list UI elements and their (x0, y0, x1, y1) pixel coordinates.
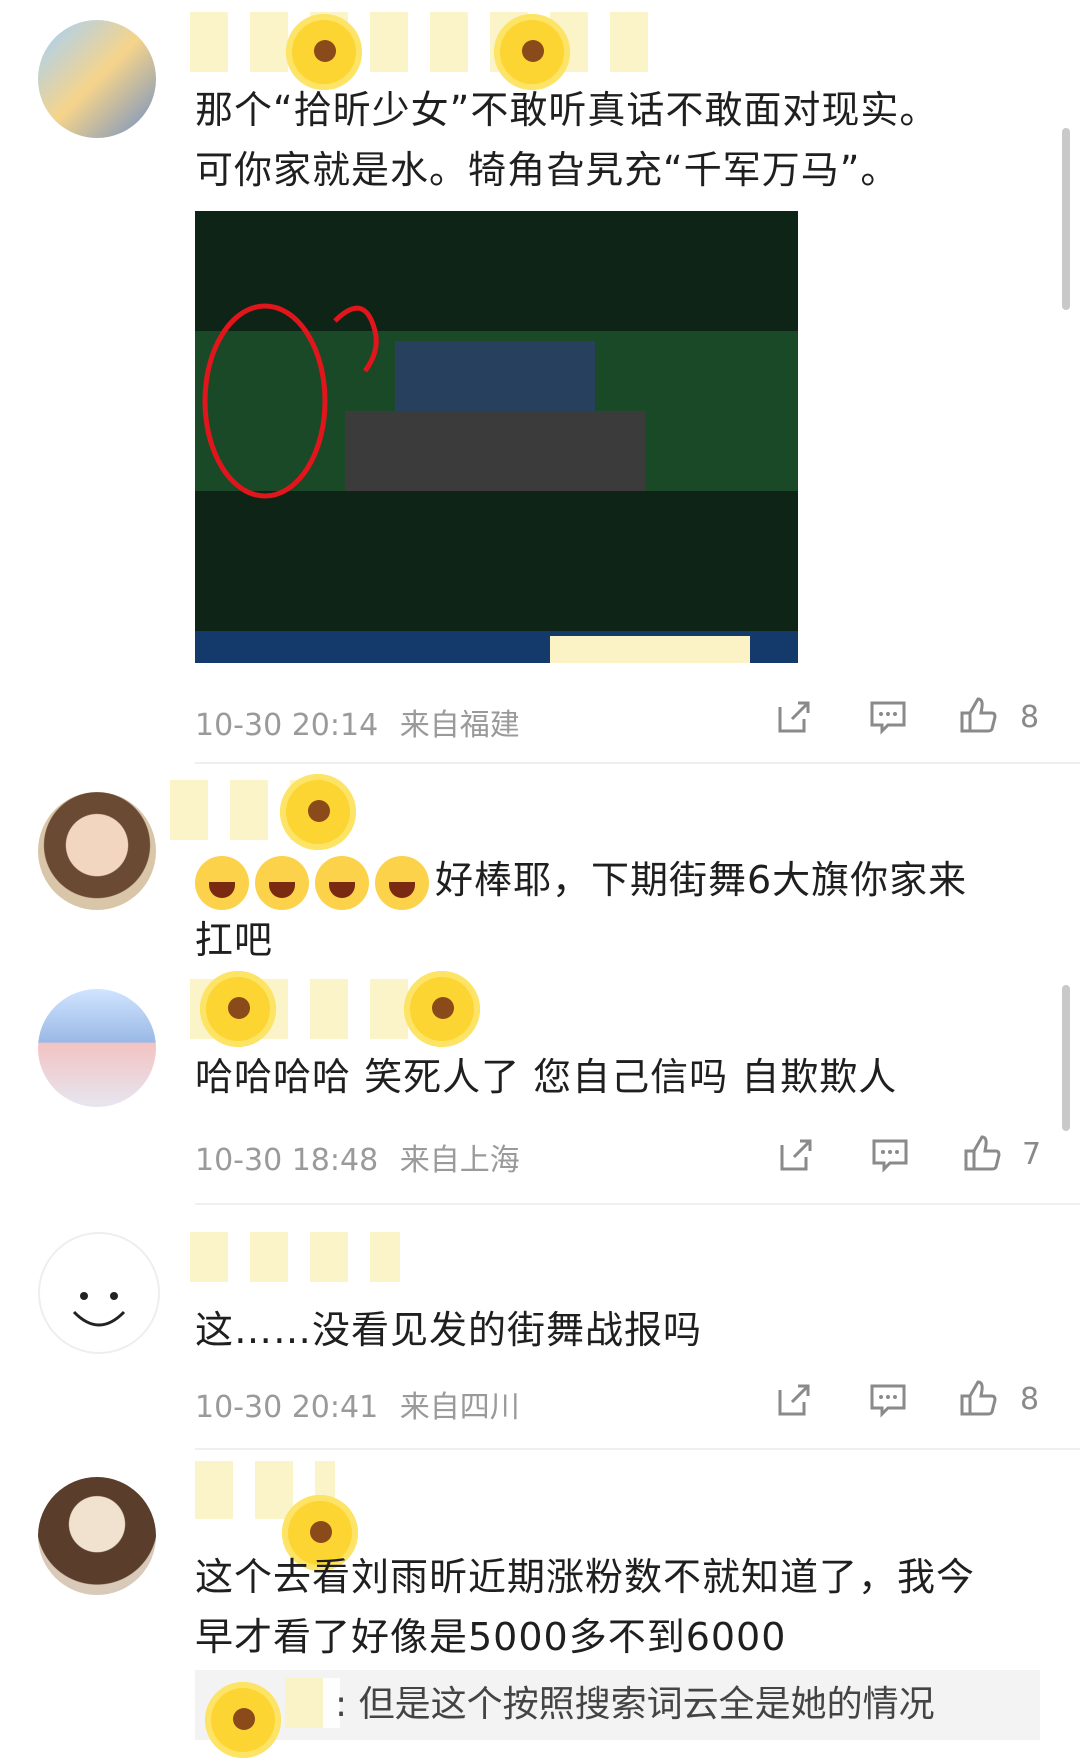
thumbs-up-icon[interactable] (958, 695, 998, 735)
comment-item: 那个“拾昕少女”不敢听真话不敢面对现实。 可你家就是水。犄角旮旯充“千军万马”。… (0, 0, 1080, 764)
laughing-cry-emoji-icon (315, 855, 369, 910)
redaction-flower (280, 774, 356, 850)
comment-text: 这个去看刘雨昕近期涨粉数不就知道了，我今 早才看了好像是5000多不到6000 (195, 1547, 1055, 1667)
comment-meta: 10-30 20:14 来自福建 (195, 700, 520, 744)
scrollbar-thumb[interactable] (1062, 985, 1070, 1131)
share-icon[interactable] (774, 697, 814, 737)
comment-icon[interactable] (870, 1135, 910, 1175)
user-avatar[interactable] (38, 1477, 156, 1595)
comment-divider (195, 1203, 1080, 1205)
comment-divider (195, 1448, 1080, 1450)
comment-divider (195, 762, 1080, 764)
username-redaction (285, 1678, 340, 1728)
redaction-flower (404, 971, 480, 1047)
redaction-flower (205, 1682, 281, 1758)
reply-preview[interactable]: : 但是这个按照搜索词云全是她的情况 (195, 1670, 1040, 1758)
comment-location: 来自上海 (399, 1143, 520, 1178)
comment-icon[interactable] (868, 697, 908, 737)
thumbs-up-icon[interactable] (958, 1378, 998, 1418)
redaction-flower (494, 14, 570, 90)
comment-line: 这个去看刘雨昕近期涨粉数不就知道了，我今 (195, 1555, 976, 1599)
username-redaction (190, 12, 660, 72)
share-icon[interactable] (774, 1380, 814, 1420)
share-icon[interactable] (776, 1135, 816, 1175)
comment-line: 可你家就是水。犄角旮旯充“千军万马”。 (195, 148, 900, 192)
concert-photo-illustration (195, 211, 798, 663)
comment-item: 这……没看见发的街舞战报吗 10-30 20:41 来自四川 8 (0, 1210, 1080, 1450)
redaction-flower (200, 971, 276, 1047)
smiley-face-icon (72, 1292, 126, 1327)
comment-text: 这……没看见发的街舞战报吗 (195, 1308, 703, 1352)
comment-text: 那个“拾昕少女”不敢听真话不敢面对现实。 可你家就是水。犄角旮旯充“千军万马”。 (195, 80, 1055, 200)
comment-location: 来自四川 (399, 1390, 520, 1425)
laughing-cry-emoji-icon (195, 855, 249, 910)
comment-time: 10-30 20:41 (195, 1390, 379, 1425)
comment-line: 早才看了好像是5000多不到6000 (195, 1615, 787, 1659)
comment-text-tail: 好棒耶，下期街舞6大旗你家来 (435, 858, 968, 902)
user-avatar[interactable] (38, 1232, 160, 1354)
comment-item: 好棒耶，下期街舞6大旗你家来 扛吧 (0, 770, 1080, 970)
like-count: 7 (1022, 1137, 1042, 1172)
comment-time: 10-30 20:14 (195, 708, 379, 743)
comment-item: 哈哈哈哈 笑死人了 您自己信吗 自欺欺人 10-30 18:48 来自上海 7 (0, 971, 1080, 1205)
user-avatar[interactable] (38, 792, 156, 910)
redaction-flower (286, 14, 362, 90)
comment-line: 扛吧 (195, 918, 274, 962)
comment-icon[interactable] (868, 1380, 908, 1420)
comment-photo[interactable] (195, 211, 798, 663)
reply-preview-text: : 但是这个按照搜索词云全是她的情况 (335, 1684, 935, 1725)
comment-meta: 10-30 18:48 来自上海 (195, 1135, 520, 1179)
like-count: 8 (1020, 700, 1040, 735)
like-count: 8 (1020, 1382, 1040, 1417)
comment-meta: 10-30 20:41 来自四川 (195, 1382, 520, 1426)
thumbs-up-icon[interactable] (962, 1133, 1002, 1173)
comment-line: 好棒耶，下期街舞6大旗你家来 (195, 850, 1055, 910)
scrollbar-thumb[interactable] (1062, 128, 1070, 310)
user-avatar[interactable] (38, 20, 156, 138)
comment-time: 10-30 18:48 (195, 1143, 379, 1178)
user-avatar[interactable] (38, 989, 156, 1107)
comment-text: 哈哈哈哈 笑死人了 您自己信吗 自欺欺人 (195, 1055, 898, 1099)
comment-text: 好棒耶，下期街舞6大旗你家来 扛吧 (195, 850, 1055, 970)
comment-line: 那个“拾昕少女”不敢听真话不敢面对现实。 (195, 88, 939, 132)
username-redaction (190, 1232, 400, 1282)
laughing-cry-emoji-icon (255, 855, 309, 910)
comment-location: 来自福建 (399, 708, 520, 743)
laughing-cry-emoji-icon (375, 855, 429, 910)
